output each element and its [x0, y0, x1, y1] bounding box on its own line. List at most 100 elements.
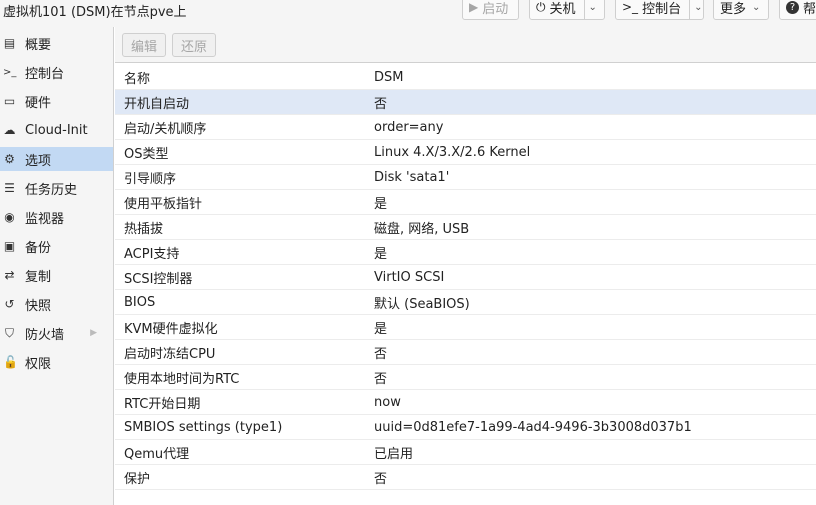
option-row[interactable]: SMBIOS settings (type1) uuid=0d81efe7-1a9…: [115, 415, 816, 440]
eye-icon: ◉: [4, 210, 15, 224]
option-key: 名称: [124, 71, 151, 87]
option-value: DSM: [374, 69, 404, 85]
sidebar-item-console[interactable]: >_ 控制台: [0, 60, 113, 84]
sidebar-item-label: Cloud-Init: [25, 122, 88, 138]
monitor-icon: ▭: [3, 94, 16, 108]
sidebar-item-firewall[interactable]: ⛉ 防火墙 ▶: [0, 321, 113, 345]
console-button[interactable]: >_ 控制台 ⌄: [615, 0, 704, 20]
option-key: BIOS: [124, 294, 156, 310]
option-key: 引导顺序: [124, 171, 177, 187]
option-key: ACPI支持: [124, 246, 180, 262]
option-key: 使用平板指针: [124, 196, 203, 212]
console-menu-chevron-icon[interactable]: ⌄: [689, 0, 702, 19]
option-row[interactable]: KVM硬件虚拟化 是: [115, 315, 816, 340]
sidebar-item-label: 复制: [25, 269, 52, 285]
option-row[interactable]: 名称 DSM: [115, 65, 816, 90]
option-value: order=any: [374, 119, 444, 135]
option-row[interactable]: 使用本地时间为RTC 否: [115, 365, 816, 390]
revert-button[interactable]: 还原: [172, 33, 217, 57]
option-key: 保护: [124, 471, 151, 487]
option-key: 启动时冻结CPU: [124, 346, 216, 362]
option-key: 热插拔: [124, 221, 164, 237]
sidebar: ▤ 概要 >_ 控制台 ▭ 硬件 ☁ Cloud-Init ⚙ 选项 ☰ 任务历…: [0, 27, 114, 505]
option-value: 默认 (SeaBIOS): [374, 296, 470, 312]
edit-button[interactable]: 编辑: [122, 33, 167, 57]
option-value: 否: [374, 371, 388, 387]
terminal-icon: >_: [3, 66, 17, 78]
console-button-label: 控制台: [642, 1, 682, 17]
sidebar-item-summary[interactable]: ▤ 概要: [0, 31, 113, 55]
help-button[interactable]: ? 帮: [779, 0, 816, 20]
history-icon: ↺: [4, 297, 15, 311]
power-icon: ⏻: [536, 0, 546, 14]
option-row[interactable]: 启动/关机顺序 order=any: [115, 115, 816, 140]
sidebar-item-replication[interactable]: ⇄ 复制: [0, 263, 113, 287]
sidebar-item-options[interactable]: ⚙ 选项: [0, 147, 113, 171]
option-value: 否: [374, 96, 388, 112]
more-button[interactable]: 更多 ⌄: [713, 0, 769, 20]
option-value: now: [374, 394, 401, 410]
option-value: VirtIO SCSI: [374, 269, 445, 285]
option-row[interactable]: 启动时冻结CPU 否: [115, 340, 816, 365]
cloud-icon: ☁: [3, 123, 16, 137]
option-value: 已启用: [374, 446, 414, 462]
option-value: 是: [374, 196, 388, 212]
sidebar-item-permissions[interactable]: 🔓 权限: [0, 350, 113, 374]
list-icon: ☰: [4, 181, 15, 195]
option-row[interactable]: OS类型 Linux 4.X/3.X/2.6 Kernel: [115, 140, 816, 165]
sidebar-item-label: 权限: [25, 356, 52, 372]
option-value: uuid=0d81efe7-1a99-4ad4-9496-3b3008d037b…: [374, 419, 692, 435]
sidebar-item-monitor[interactable]: ◉ 监视器: [0, 205, 113, 229]
option-key: SCSI控制器: [124, 271, 193, 287]
option-row[interactable]: 引导顺序 Disk 'sata1': [115, 165, 816, 190]
gear-icon: ⚙: [4, 152, 15, 166]
options-grid: 名称 DSM 开机自启动否 启动/关机顺序 order=any OS类型 Linux …: [115, 65, 816, 490]
sidebar-item-label: 任务历史: [25, 182, 78, 198]
option-row[interactable]: RTC开始日期 now: [115, 390, 816, 415]
retweet-icon: ⇄: [4, 268, 15, 282]
shutdown-button[interactable]: ⏻ 关机 ⌄: [529, 0, 605, 20]
sidebar-item-label: 概要: [25, 37, 52, 53]
option-value: Disk 'sata1': [374, 169, 450, 185]
option-value: Linux 4.X/3.X/2.6 Kernel: [374, 144, 531, 160]
title-bar: 虚拟机101 (DSM)在节点pve上 ▶ 启动 ⏻ 关机 ⌄ >_ 控制台 ⌄…: [0, 0, 816, 27]
option-value: 是: [374, 321, 388, 337]
book-icon: ▤: [3, 36, 16, 50]
option-row[interactable]: SCSI控制器 VirtIO SCSI: [115, 265, 816, 290]
shutdown-button-label: 关机: [549, 1, 576, 17]
sidebar-item-backup[interactable]: ▣ 备份: [0, 234, 113, 258]
option-value: 磁盘, 网络, USB: [374, 221, 470, 237]
option-key: 开机自启动: [124, 96, 190, 112]
sidebar-item-hardware[interactable]: ▭ 硬件: [0, 89, 113, 113]
option-value: 否: [374, 346, 388, 362]
start-button[interactable]: ▶ 启动: [462, 0, 519, 20]
option-key: 使用本地时间为RTC: [124, 371, 240, 387]
option-row[interactable]: ACPI支持 是: [115, 240, 816, 265]
option-row[interactable]: 热插拔 磁盘, 网络, USB: [115, 215, 816, 240]
option-row[interactable]: 开机自启动 否: [115, 90, 816, 115]
sidebar-item-cloud-init[interactable]: ☁ Cloud-Init: [0, 118, 113, 142]
sidebar-item-label: 选项: [25, 153, 52, 169]
shield-icon: ⛉: [4, 325, 14, 340]
shutdown-menu-chevron-icon[interactable]: ⌄: [583, 0, 597, 19]
window-title: 虚拟机101 (DSM)在节点pve上: [3, 5, 187, 20]
option-row[interactable]: 使用平板指针 是: [115, 190, 816, 215]
option-key: 启动/关机顺序: [124, 121, 207, 137]
option-row[interactable]: BIOS 默认 (SeaBIOS): [115, 290, 816, 315]
option-key: SMBIOS settings (type1): [124, 419, 283, 435]
terminal-icon: >_: [622, 0, 639, 14]
sidebar-item-label: 防火墙: [25, 327, 65, 343]
play-icon: ▶: [469, 0, 479, 14]
chevron-right-icon[interactable]: ▶: [90, 328, 97, 338]
unlock-icon: 🔓: [3, 355, 18, 369]
option-row[interactable]: Qemu代理 已启用: [115, 440, 816, 465]
option-key: Qemu代理: [124, 446, 190, 462]
option-row[interactable]: 保护 否: [115, 465, 816, 490]
option-value: 否: [374, 471, 388, 487]
option-key: RTC开始日期: [124, 396, 201, 412]
question-icon: ?: [786, 0, 799, 14]
sidebar-item-snapshot[interactable]: ↺ 快照: [0, 292, 113, 316]
sidebar-item-task-history[interactable]: ☰ 任务历史: [0, 176, 113, 200]
sidebar-item-label: 控制台: [25, 66, 65, 82]
start-button-label: 启动: [482, 1, 509, 17]
